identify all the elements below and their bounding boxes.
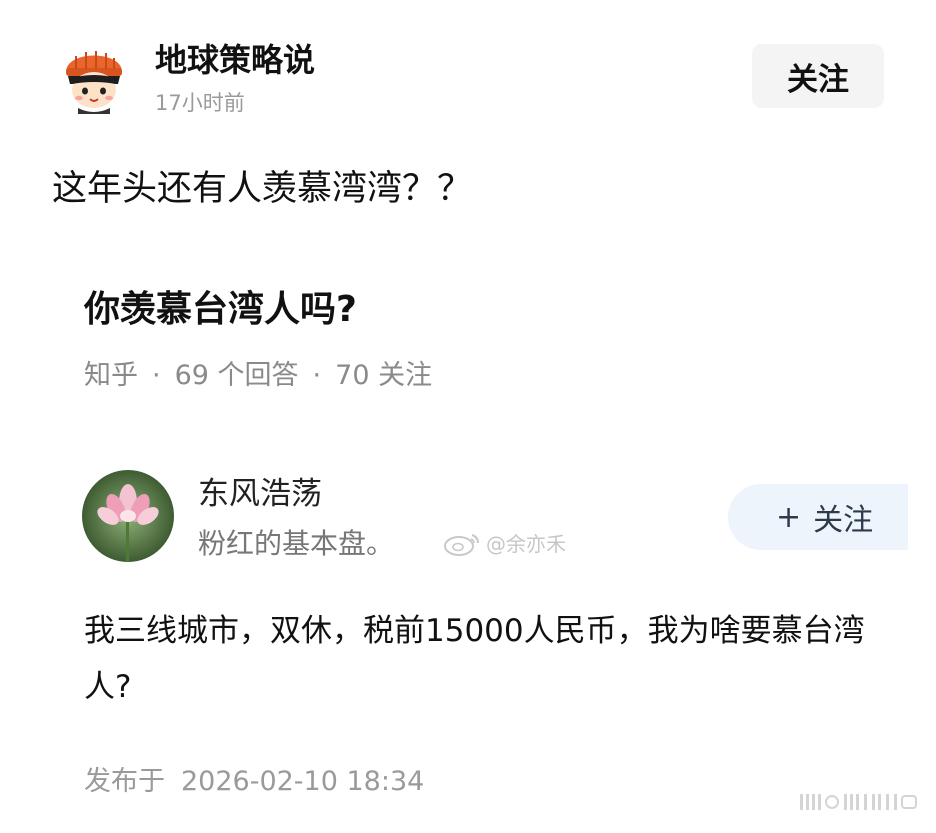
publish-label: 发布于: [84, 766, 165, 797]
followers-label: 关注: [378, 360, 433, 391]
answers-count: 69: [174, 360, 209, 391]
lotus-avatar-icon: [82, 470, 174, 562]
answerer-follow-label: 关注: [813, 503, 874, 538]
publish-timestamp: 2026-02-10 18:34: [181, 766, 425, 797]
follow-button[interactable]: 关注: [752, 44, 884, 108]
answerer-follow-button[interactable]: + 关注: [728, 484, 908, 550]
publish-time: 发布于 2026-02-10 18:34: [84, 760, 424, 804]
meta-separator: ·: [312, 360, 322, 391]
question-source: 知乎: [84, 360, 138, 391]
post-text: 这年头还有人羡慕湾湾？？: [52, 169, 473, 209]
corner-watermark: [800, 790, 920, 814]
weibo-watermark: @余亦禾: [442, 528, 566, 557]
question-title: 你羡慕台湾人吗?: [84, 289, 357, 330]
author-name[interactable]: 地球策略说: [155, 38, 315, 82]
answerer-name: 东风浩荡: [198, 476, 322, 512]
followers-count: 70: [335, 360, 370, 391]
post-time: 17小时前: [155, 91, 245, 115]
watermark-text: @余亦禾: [486, 532, 566, 556]
question-meta: 知乎 · 69 个回答 · 70 关注: [84, 356, 432, 396]
answerer-avatar: [82, 470, 174, 562]
watermark-mark-icon: [800, 794, 917, 810]
answerer-bio: 粉红的基本盘。: [198, 527, 395, 560]
answers-label: 个回答: [217, 360, 299, 391]
cartoon-avatar-icon: [57, 39, 131, 114]
follow-button-label: 关注: [787, 61, 849, 98]
author-avatar[interactable]: [56, 38, 132, 114]
weibo-icon: [444, 533, 479, 556]
meta-separator: ·: [152, 360, 161, 391]
answer-text: 我三线城市，双休，税前15000人民币，我为啥要慕台湾人?: [84, 613, 865, 705]
plus-icon: +: [776, 499, 802, 535]
